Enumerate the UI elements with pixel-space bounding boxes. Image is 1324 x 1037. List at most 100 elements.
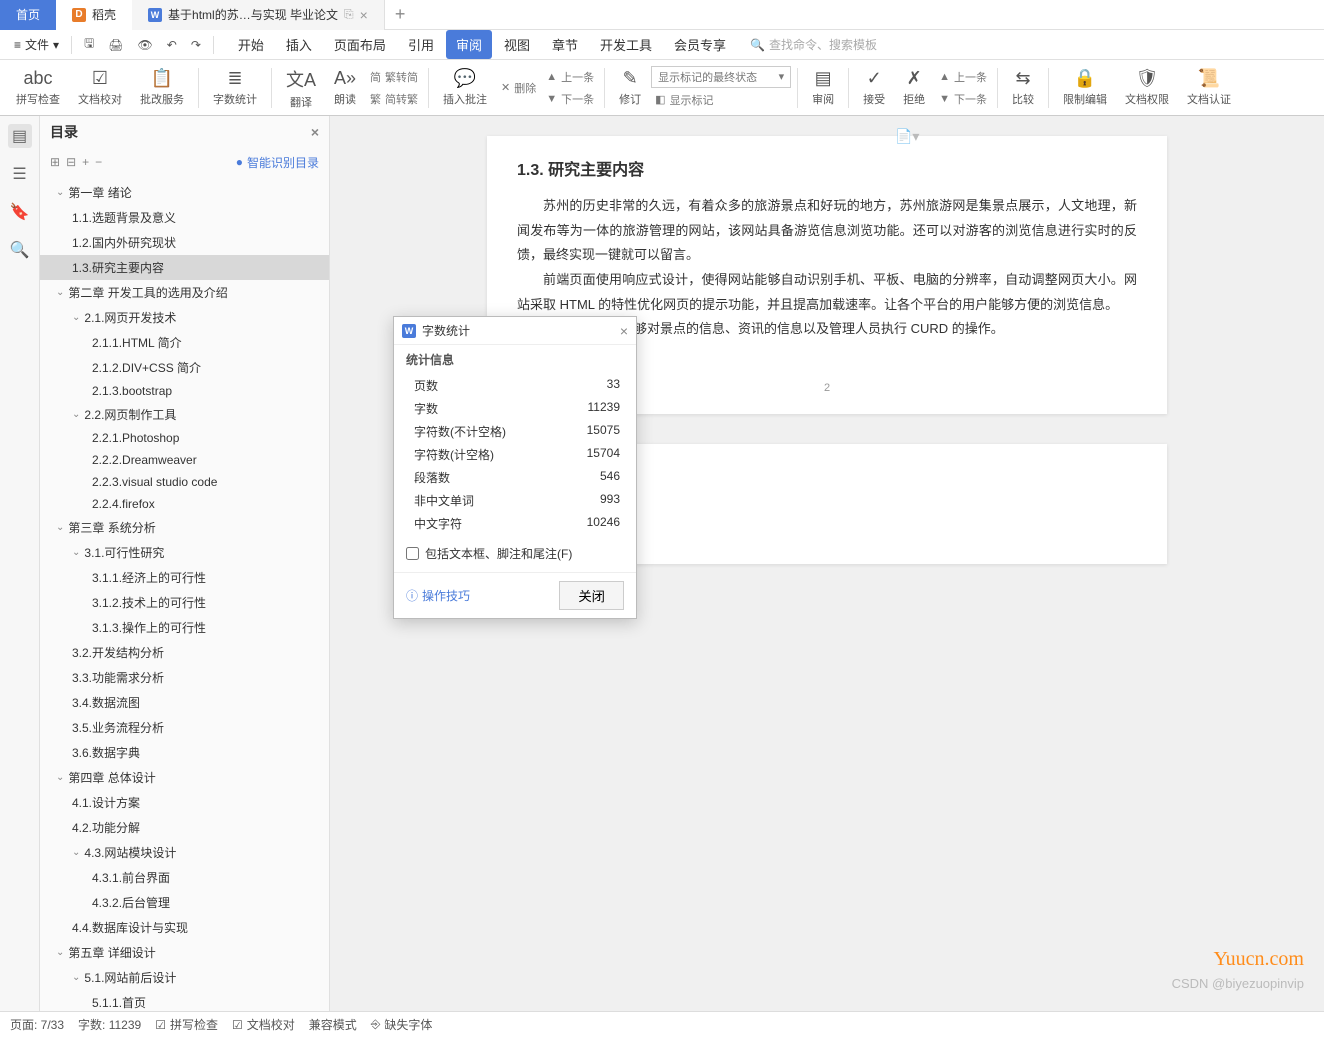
toc-plus[interactable]: + (82, 155, 89, 169)
toc-item[interactable]: 4.4.数据库设计与实现 (40, 915, 329, 940)
ribbon-reject[interactable]: ✗拒绝 (895, 64, 933, 112)
toc-item[interactable]: 4.3.1.前台界面 (40, 865, 329, 890)
qa-preview[interactable]: 👁 (132, 34, 159, 56)
toc-item[interactable]: 2.1.2.DIV+CSS 简介 (40, 355, 329, 380)
tab-document[interactable]: W 基于html的苏…与实现 毕业论文 ⎘ × (132, 0, 385, 30)
dialog-checkbox-row[interactable]: 包括文本框、脚注和尾注(F) (394, 535, 636, 572)
toc-item[interactable]: 1.2.国内外研究现状 (40, 230, 329, 255)
qa-print[interactable]: 🖨 (102, 34, 129, 56)
dialog-tips-link[interactable]: ⓘ 操作技巧 (406, 587, 470, 604)
toc-list[interactable]: ⌄第一章 绪论1.1.选题背景及意义1.2.国内外研究现状1.3.研究主要内容⌄… (40, 176, 329, 1011)
menu-dev[interactable]: 开发工具 (590, 30, 662, 59)
tab-add[interactable]: + (385, 4, 416, 25)
tab-close[interactable]: × (360, 7, 368, 23)
toc-item[interactable]: 2.2.4.firefox (40, 493, 329, 515)
menu-ref[interactable]: 引用 (398, 30, 444, 59)
toc-item[interactable]: 2.1.1.HTML 简介 (40, 330, 329, 355)
rail-bookmark[interactable]: 🔖 (8, 200, 32, 224)
status-font[interactable]: ⎆缺失字体 (371, 1016, 433, 1033)
ribbon-trad-to-simp[interactable]: 简繁转简 (366, 67, 422, 87)
toc-item[interactable]: ⌄2.1.网页开发技术 (40, 305, 329, 330)
ribbon-batch[interactable]: 📋批改服务 (132, 64, 192, 112)
ribbon-compare[interactable]: ⇆比较 (1004, 64, 1042, 112)
status-compat[interactable]: 兼容模式 (309, 1016, 357, 1033)
menu-vip[interactable]: 会员专享 (664, 30, 736, 59)
qa-undo[interactable]: ↶ (161, 34, 183, 56)
toc-item[interactable]: ⌄第五章 详细设计 (40, 940, 329, 965)
dialog-titlebar[interactable]: W 字数统计 × (394, 317, 636, 345)
toc-item[interactable]: 5.1.1.首页 (40, 990, 329, 1011)
tab-home[interactable]: 首页 (0, 0, 56, 30)
toc-expand[interactable]: ⊞ (50, 155, 60, 169)
toc-item[interactable]: 3.1.3.操作上的可行性 (40, 615, 329, 640)
ribbon-wordcount[interactable]: ≣字数统计 (205, 64, 265, 112)
ribbon-next-change[interactable]: ▼下一条 (935, 89, 991, 109)
menu-view[interactable]: 视图 (494, 30, 540, 59)
toc-item[interactable]: 3.4.数据流图 (40, 690, 329, 715)
ribbon-markup-dropdown[interactable]: 显示标记的最终状态▾ (651, 66, 791, 88)
rail-search[interactable]: 🔍 (8, 238, 32, 262)
ribbon-show-markup[interactable]: ◧显示标记 (651, 90, 791, 110)
toc-close[interactable]: × (311, 124, 319, 140)
toc-item[interactable]: 3.3.功能需求分析 (40, 665, 329, 690)
toc-item[interactable]: 1.1.选题背景及意义 (40, 205, 329, 230)
menu-layout[interactable]: 页面布局 (324, 30, 396, 59)
ribbon-doccheck[interactable]: ☑文档校对 (70, 64, 130, 112)
toc-item[interactable]: 1.3.研究主要内容 (40, 255, 329, 280)
toc-item[interactable]: 3.1.1.经济上的可行性 (40, 565, 329, 590)
menu-insert[interactable]: 插入 (276, 30, 322, 59)
toc-item[interactable]: ⌄4.3.网站模块设计 (40, 840, 329, 865)
ribbon-docperm[interactable]: 🛡文档权限 (1117, 64, 1177, 112)
ribbon-simp-to-trad[interactable]: 繁简转繁 (366, 89, 422, 109)
toc-item[interactable]: 2.2.1.Photoshop (40, 427, 329, 449)
toc-item[interactable]: 2.2.3.visual studio code (40, 471, 329, 493)
toc-collapse[interactable]: ⊟ (66, 155, 76, 169)
toc-item[interactable]: 3.2.开发结构分析 (40, 640, 329, 665)
ribbon-spellcheck[interactable]: abc拼写检查 (8, 64, 68, 112)
toc-item[interactable]: 2.2.2.Dreamweaver (40, 449, 329, 471)
status-page[interactable]: 页面: 7/33 (10, 1016, 64, 1033)
ribbon-delete-comment[interactable]: ✕删除 (497, 78, 540, 98)
ribbon-insert-comment[interactable]: 💬插入批注 (435, 64, 495, 112)
status-check[interactable]: ☑文档校对 (232, 1016, 295, 1033)
ribbon-revise[interactable]: ✎修订 (611, 64, 649, 112)
toc-item[interactable]: 4.3.2.后台管理 (40, 890, 329, 915)
ribbon-translate[interactable]: 文A翻译 (278, 64, 324, 112)
toc-item[interactable]: 3.1.2.技术上的可行性 (40, 590, 329, 615)
command-search[interactable]: 🔍 查找命令、搜索模板 (750, 36, 877, 53)
toc-item[interactable]: ⌄第一章 绪论 (40, 180, 329, 205)
dialog-close[interactable]: × (620, 323, 628, 339)
ribbon-prev-comment[interactable]: ▲上一条 (542, 67, 598, 87)
toc-item[interactable]: ⌄第四章 总体设计 (40, 765, 329, 790)
ribbon-prev-change[interactable]: ▲上一条 (935, 67, 991, 87)
ribbon-accept[interactable]: ✓接受 (855, 64, 893, 112)
toc-smart-detect[interactable]: ● 智能识别目录 (236, 154, 319, 171)
toc-item[interactable]: 2.1.3.bootstrap (40, 380, 329, 402)
qa-save[interactable]: 🖫 (78, 30, 100, 59)
ribbon-read[interactable]: A»朗读 (326, 64, 364, 112)
toc-item[interactable]: ⌄第三章 系统分析 (40, 515, 329, 540)
tab-shell[interactable]: D 稻壳 (56, 0, 132, 30)
menu-start[interactable]: 开始 (228, 30, 274, 59)
status-spell[interactable]: ☑拼写检查 (155, 1016, 218, 1033)
rail-outline[interactable]: ☰ (8, 162, 32, 186)
toc-item[interactable]: 4.2.功能分解 (40, 815, 329, 840)
toc-minus[interactable]: − (95, 155, 102, 169)
ribbon-review-pane[interactable]: ▤审阅 (804, 64, 842, 112)
ribbon-restrict[interactable]: 🔒限制编辑 (1055, 64, 1115, 112)
toc-item[interactable]: ⌄第二章 开发工具的选用及介绍 (40, 280, 329, 305)
toc-item[interactable]: ⌄5.1.网站前后设计 (40, 965, 329, 990)
toc-item[interactable]: 4.1.设计方案 (40, 790, 329, 815)
menu-review[interactable]: 审阅 (446, 30, 492, 59)
page-action-icon[interactable]: 📄▾ (895, 128, 919, 145)
status-words[interactable]: 字数: 11239 (78, 1016, 141, 1033)
toc-item[interactable]: 3.6.数据字典 (40, 740, 329, 765)
include-checkbox[interactable] (406, 547, 419, 560)
rail-toc[interactable]: ▤ (8, 124, 32, 148)
dialog-close-button[interactable]: 关闭 (559, 581, 624, 610)
toc-item[interactable]: 3.5.业务流程分析 (40, 715, 329, 740)
file-menu[interactable]: ≡ 文件 ▾ (8, 32, 65, 57)
toc-item[interactable]: ⌄2.2.网页制作工具 (40, 402, 329, 427)
toc-item[interactable]: ⌄3.1.可行性研究 (40, 540, 329, 565)
ribbon-next-comment[interactable]: ▼下一条 (542, 89, 598, 109)
